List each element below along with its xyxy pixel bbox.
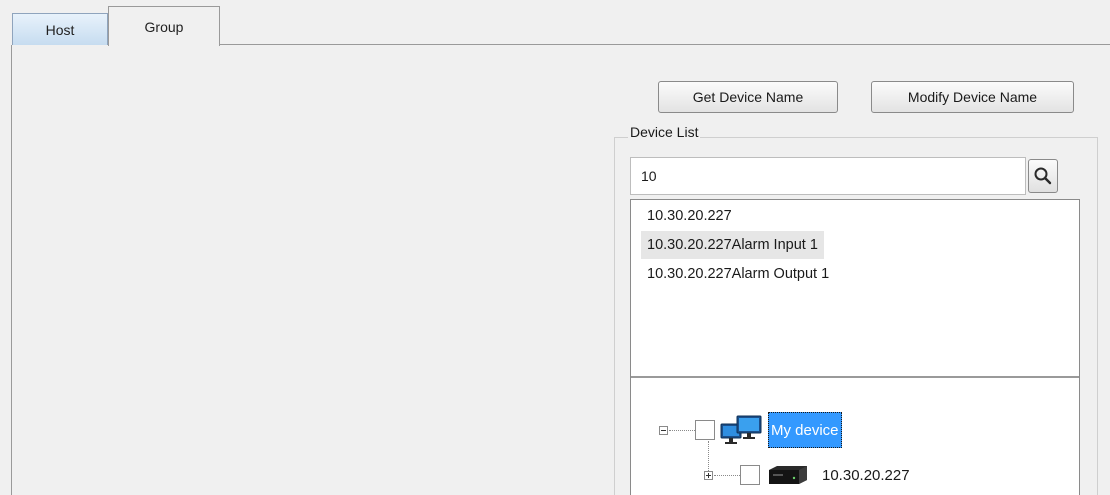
tab-group-label: Group	[144, 19, 184, 35]
device-list-title: Device List	[628, 124, 701, 140]
modify-device-name-button-label: Modify Device Name	[907, 89, 1038, 105]
tab-host[interactable]: Host	[12, 13, 108, 45]
search-icon	[1034, 167, 1052, 185]
search-result-list: 10.30.20.227 10.30.20.227Alarm Input 1 1…	[631, 200, 1079, 378]
tab-strip: Host Group	[0, 0, 1110, 46]
monitors-icon	[720, 415, 762, 444]
search-result-item[interactable]: 10.30.20.227Alarm Output 1	[641, 260, 835, 288]
collapse-toggle-icon[interactable]	[659, 426, 668, 435]
search-result-item-highlighted[interactable]: 10.30.20.227Alarm Input 1	[641, 231, 824, 259]
tree-node-label: 10.30.20.227	[822, 466, 910, 484]
search-result-label: 10.30.20.227	[647, 208, 732, 224]
tree-node-label: My device	[771, 421, 839, 439]
root-checkbox[interactable]	[695, 420, 715, 440]
search-result-item[interactable]: 10.30.20.227	[641, 202, 738, 230]
tree-node-device[interactable]: 10.30.20.227	[822, 464, 910, 486]
get-device-name-button[interactable]: Get Device Name	[658, 81, 838, 113]
device-panel: 10.30.20.227 10.30.20.227Alarm Input 1 1…	[630, 199, 1080, 495]
search-result-label: 10.30.20.227Alarm Input 1	[647, 237, 818, 253]
modify-device-name-button[interactable]: Modify Device Name	[871, 81, 1074, 113]
tree-connector	[669, 430, 695, 431]
search-result-label: 10.30.20.227Alarm Output 1	[647, 266, 830, 282]
tab-group[interactable]: Group	[108, 6, 220, 46]
window: Host Group Get Device Name Modify Device…	[0, 0, 1110, 495]
device-checkbox[interactable]	[740, 465, 760, 485]
device-tree: My device 10.30.20.227	[631, 378, 1079, 495]
tree-connector	[708, 441, 709, 471]
get-device-name-button-label: Get Device Name	[692, 89, 804, 105]
expand-toggle-icon[interactable]	[704, 471, 713, 480]
tab-host-label: Host	[45, 21, 75, 38]
device-search-input[interactable]	[630, 157, 1026, 195]
search-button[interactable]	[1028, 159, 1058, 193]
tree-node-my-device[interactable]: My device	[768, 412, 842, 448]
dvr-device-icon	[769, 466, 807, 484]
tree-connector	[714, 475, 740, 476]
